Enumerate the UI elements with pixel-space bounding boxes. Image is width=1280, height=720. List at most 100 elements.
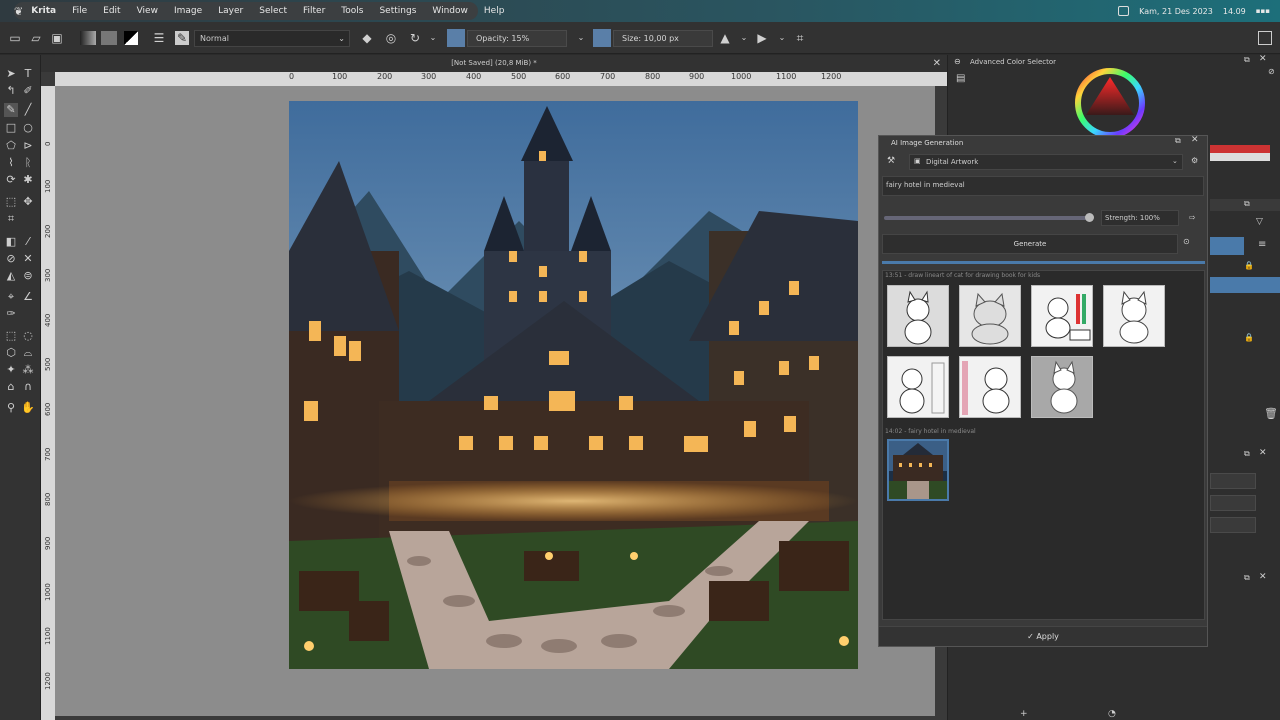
history-list[interactable]: 13:51 - draw lineart of cat for drawing … [882,270,1205,620]
spin-field[interactable] [1210,495,1256,511]
wand-icon[interactable]: ⚒ [887,156,895,166]
freehand-brush-icon[interactable]: ✎ [4,103,18,117]
freehand-select-icon[interactable]: ⌓ [21,346,35,360]
polygon-tool-icon[interactable]: ⬠ [4,139,18,153]
mirror-v-dropdown-icon[interactable]: ⌄ [775,31,789,45]
zoom-tool-icon[interactable]: ⚲ [4,401,18,415]
transform-tool-icon[interactable]: ⬚ [4,195,18,209]
filter-icon[interactable]: ▽ [1256,217,1263,227]
color-history-red[interactable] [1210,145,1270,153]
history-thumbnail[interactable] [887,285,949,347]
document-tab[interactable]: [Not Saved] (20,8 MiB) * ✕ [41,55,947,72]
menu-file[interactable]: File [64,6,95,16]
history-thumbnail[interactable] [887,356,949,418]
add-icon[interactable]: + [1020,709,1028,719]
magnetic-select-icon[interactable]: ∩ [21,380,35,394]
float-panel-icon[interactable]: ⧉ [1244,55,1250,65]
ellipse-select-icon[interactable]: ◌ [21,329,35,343]
tray-more-icon[interactable]: ▪▪▪ [1256,7,1270,15]
menu-select[interactable]: Select [251,6,295,16]
float-layers-icon[interactable]: ⧉ [1244,199,1250,209]
close-panel-icon[interactable]: ✕ [1259,448,1267,458]
crop-icon[interactable]: ⌗ [793,31,807,45]
freehand-path-icon[interactable]: ᚱ [21,156,35,170]
strength-field[interactable]: Strength: 100% [1101,210,1179,226]
settings-icon[interactable]: ⊘ [1268,67,1275,76]
text-tool-icon[interactable]: T [21,67,35,81]
color-picker-icon[interactable]: ⁄ [21,235,35,249]
lock-icon[interactable]: 🔒 [1244,333,1254,342]
eraser-icon[interactable]: ◆ [360,31,374,45]
strength-options-icon[interactable]: ⇨ [1189,213,1196,222]
strength-slider[interactable] [884,216,1088,220]
fill-tool-icon[interactable]: ◭ [4,269,18,283]
menu-window[interactable]: Window [424,6,476,16]
save-icon[interactable]: ▣ [50,31,64,45]
color-settings-icon[interactable]: ▤ [956,73,965,84]
bezier-select-icon[interactable]: ⌂ [4,380,18,394]
menu-settings[interactable]: Settings [371,6,424,16]
generate-options-icon[interactable]: ⊙ [1183,237,1190,246]
polygon-select-icon[interactable]: ⬡ [4,346,18,360]
apply-button[interactable]: ✓ Apply [879,626,1207,646]
history-thumbnail[interactable] [959,285,1021,347]
pattern-icon[interactable] [101,31,117,45]
history-thumbnail[interactable] [1031,285,1093,347]
mirror-h-dropdown-icon[interactable]: ⌄ [737,31,751,45]
smart-patch-icon[interactable]: ⊘ [4,252,18,266]
blend-mode-select[interactable]: Normal ⌄ [194,30,350,47]
brush-preset-icon[interactable]: ✎ [175,31,189,45]
select-shapes-icon[interactable]: ➤ [4,67,18,81]
similar-select-icon[interactable]: ⁂ [21,363,35,377]
mirror-vertical-icon[interactable]: ▶ [755,31,769,45]
menu-layer[interactable]: Layer [210,6,251,16]
gradient-icon[interactable] [80,31,96,45]
menu-filter[interactable]: Filter [295,6,333,16]
dock-toggle-icon[interactable] [1258,31,1272,45]
color-wheel[interactable] [1074,67,1146,139]
pan-tool-icon[interactable]: ✋ [21,401,35,415]
mirror-horizontal-icon[interactable]: ▲ [718,31,732,45]
selected-layer-row[interactable] [1210,277,1280,293]
menu-image[interactable]: Image [166,6,210,16]
blend-dropdown[interactable] [1210,473,1256,489]
reference-tool-icon[interactable]: ✑ [4,307,18,321]
fg-bg-color-icon[interactable] [124,31,138,45]
history-icon[interactable]: ◔ [1108,709,1116,719]
measure-tool-icon[interactable]: ∠ [21,290,35,304]
clock-date[interactable]: Kam, 21 Des 2023 [1139,7,1213,16]
polyline-tool-icon[interactable]: ⊳ [21,139,35,153]
reload-dropdown-icon[interactable]: ⌄ [426,31,440,45]
generate-button[interactable]: Generate [882,234,1178,254]
layers-menu-icon[interactable]: ≡ [1258,239,1266,250]
brush-settings-icon[interactable]: ☰ [152,31,166,45]
float-panel-icon[interactable]: ⧉ [1244,449,1250,459]
close-panel-icon[interactable]: ✕ [1191,135,1199,145]
calligraphy-icon[interactable]: ✐ [21,84,35,98]
move-tool-icon[interactable]: ✥ [21,195,35,209]
ellipse-tool-icon[interactable]: ○ [21,121,35,135]
history-thumbnail-selected[interactable] [887,439,949,501]
close-panel-icon[interactable]: ✕ [1259,54,1267,64]
float-panel-icon[interactable]: ⧉ [1244,573,1250,583]
enclose-fill-icon[interactable]: ⊜ [21,269,35,283]
close-document-icon[interactable]: ✕ [933,55,941,72]
rectangle-tool-icon[interactable]: □ [4,121,18,135]
style-settings-icon[interactable]: ⚙ [1191,156,1198,165]
assistant-tool-icon[interactable]: ⌖ [4,290,18,304]
lock-icon[interactable]: 🔒 [1244,261,1254,270]
open-folder-icon[interactable]: ▱ [29,31,43,45]
edit-shapes-icon[interactable]: ↰ [4,84,18,98]
clock-time[interactable]: 14.09 [1223,7,1246,16]
close-panel-icon[interactable]: ✕ [1259,572,1267,582]
colorize-mask-icon[interactable]: ✕ [21,252,35,266]
krita-logo-icon[interactable]: ❦ [14,5,23,18]
line-tool-icon[interactable]: ╱ [21,103,35,117]
rect-select-icon[interactable]: ⬚ [4,329,18,343]
color-history-white[interactable] [1210,153,1270,161]
bezier-tool-icon[interactable]: ⌇ [4,156,18,170]
reload-icon[interactable]: ↻ [408,31,422,45]
gradient-tool-icon[interactable]: ◧ [4,235,18,249]
menu-view[interactable]: View [129,6,166,16]
size-field[interactable]: Size: 10,00 px [613,30,713,47]
